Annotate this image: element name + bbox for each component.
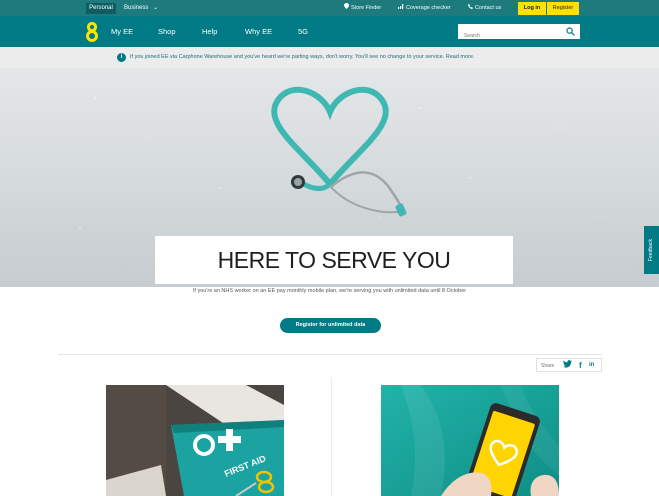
phone-heart-card-image[interactable] bbox=[381, 385, 559, 496]
page: Personal Business ⌄ Store Finder Coverag… bbox=[0, 0, 659, 496]
coverage-checker-label: Coverage checker bbox=[406, 5, 451, 11]
nav-item-my-ee[interactable]: My EE bbox=[111, 16, 133, 47]
notice-text[interactable]: If you joined EE via Carphone Warehouse … bbox=[130, 52, 474, 63]
twitter-icon[interactable] bbox=[563, 360, 572, 373]
main-navigation: My EE Shop Help Why EE 5G bbox=[0, 16, 659, 47]
nav-item-help[interactable]: Help bbox=[202, 16, 217, 47]
log-in-button[interactable]: Log in bbox=[518, 2, 546, 15]
headline-box: HERE TO SERVE YOU bbox=[155, 236, 513, 284]
share-bar: Share f in bbox=[536, 358, 602, 372]
store-finder-label: Store Finder bbox=[351, 5, 382, 11]
register-unlimited-data-button[interactable]: Register for unlimited data bbox=[280, 318, 381, 333]
facebook-icon[interactable]: f bbox=[579, 360, 582, 371]
store-finder-link[interactable]: Store Finder bbox=[344, 3, 381, 14]
business-label: Business bbox=[124, 5, 149, 11]
signal-icon bbox=[398, 3, 404, 14]
nav-item-shop[interactable]: Shop bbox=[158, 16, 176, 47]
phone-icon bbox=[468, 3, 473, 14]
coverage-checker-link[interactable]: Coverage checker bbox=[398, 3, 451, 14]
hero-subtext: If you're an NHS worker on an EE pay mon… bbox=[192, 288, 467, 294]
info-icon: i bbox=[117, 53, 126, 62]
business-tab[interactable]: Business ⌄ bbox=[124, 3, 158, 14]
linkedin-icon[interactable]: in bbox=[589, 360, 594, 371]
personal-tab[interactable]: Personal bbox=[86, 3, 116, 14]
nav-item-5g[interactable]: 5G bbox=[298, 16, 308, 47]
section-divider bbox=[58, 354, 602, 355]
location-pin-icon bbox=[344, 3, 349, 14]
utility-bar: Personal Business ⌄ Store Finder Coverag… bbox=[0, 0, 659, 16]
contact-us-link[interactable]: Contact us bbox=[468, 3, 501, 14]
nav-item-why-ee[interactable]: Why EE bbox=[245, 16, 272, 47]
ee-logo[interactable] bbox=[86, 21, 98, 42]
search-box bbox=[458, 24, 580, 44]
page-title: HERE TO SERVE YOU bbox=[217, 247, 451, 273]
register-button[interactable]: Register bbox=[547, 2, 579, 15]
first-aid-card-image[interactable]: FIRST AID bbox=[106, 385, 284, 496]
feedback-tab[interactable]: Feedback bbox=[644, 226, 659, 274]
search-icon[interactable] bbox=[566, 27, 575, 36]
column-divider bbox=[331, 378, 332, 496]
contact-us-label: Contact us bbox=[475, 5, 502, 11]
share-label: Share bbox=[541, 363, 555, 369]
chevron-down-icon: ⌄ bbox=[153, 5, 159, 11]
notice-banner: i If you joined EE via Carphone Warehous… bbox=[0, 47, 659, 68]
search-input[interactable] bbox=[458, 28, 558, 44]
